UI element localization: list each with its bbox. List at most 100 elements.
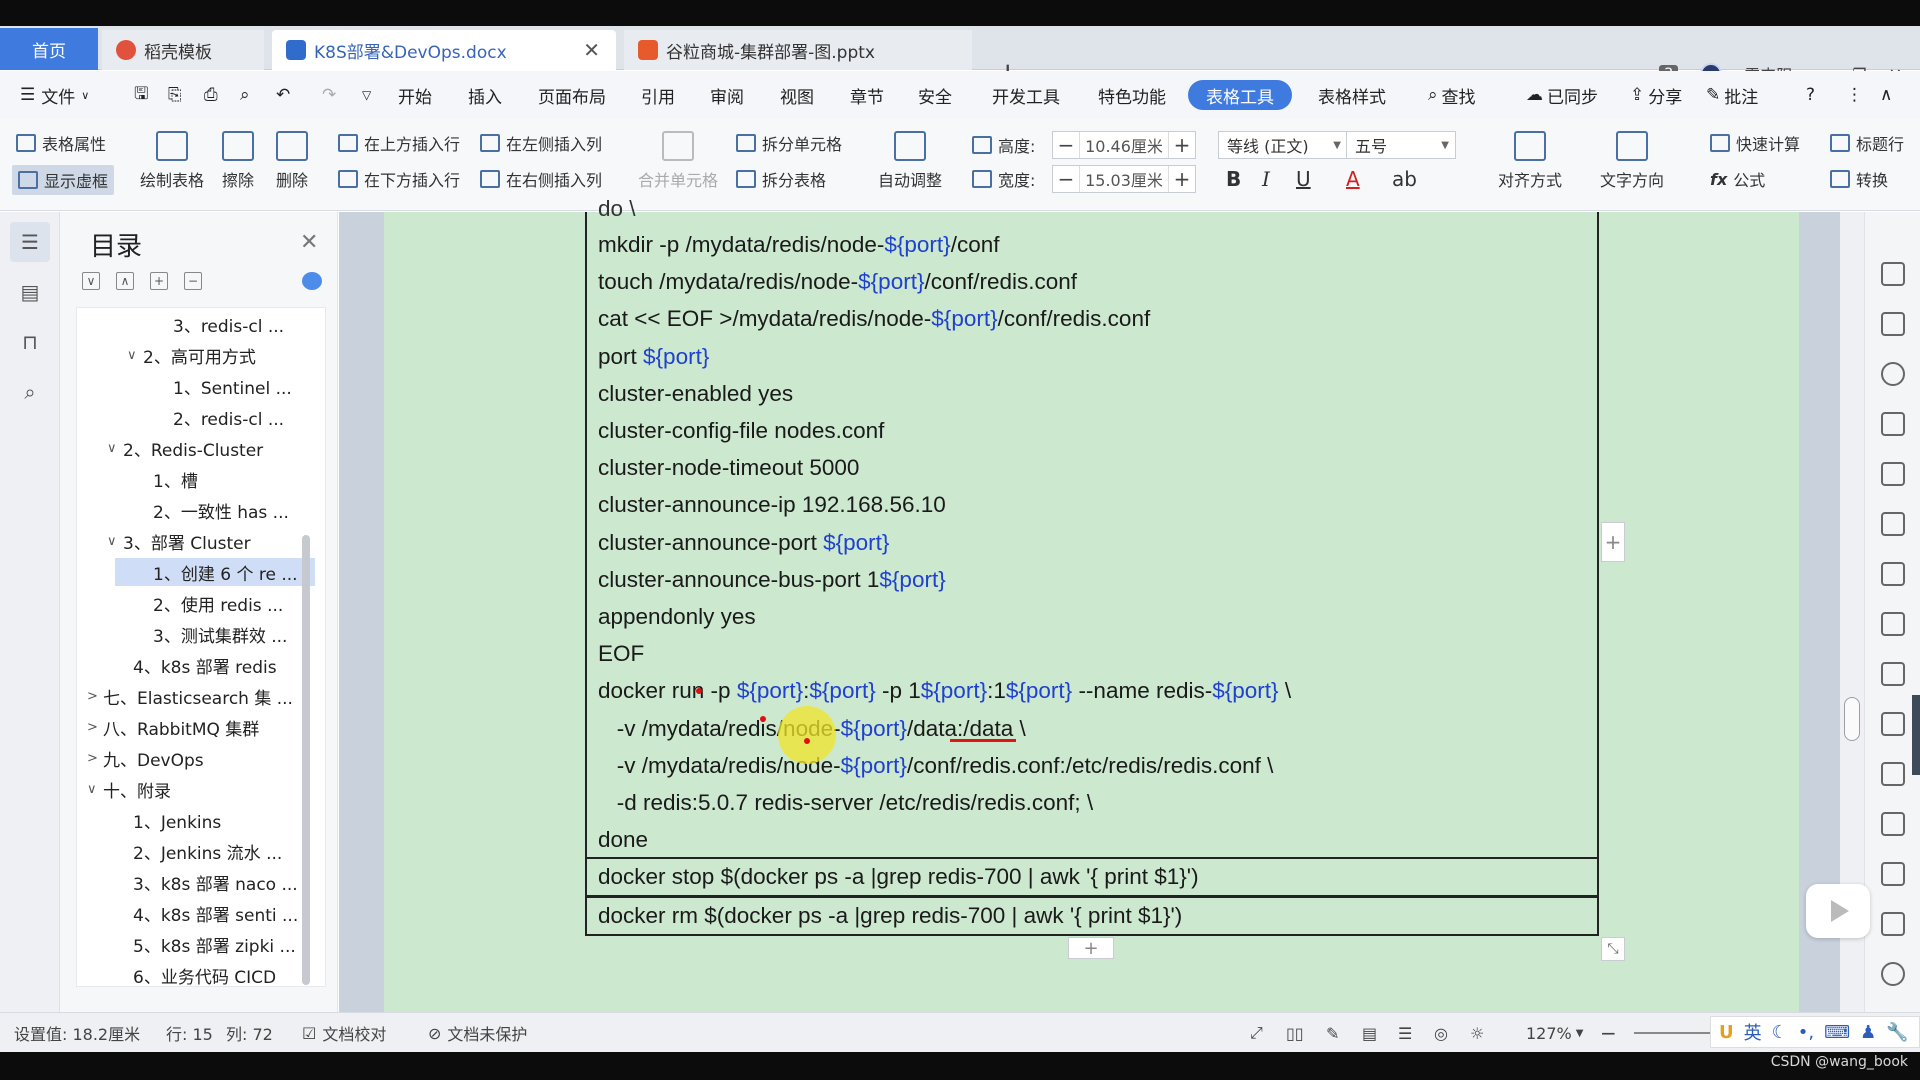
menu-references[interactable]: 引用 [641, 71, 675, 119]
menu-review[interactable]: 审阅 [710, 71, 744, 119]
sync-status[interactable]: ☁ 已同步 [1526, 71, 1598, 119]
chevron-right-icon[interactable]: > [87, 689, 103, 704]
zoom-level[interactable]: 127% ▼ [1526, 1013, 1583, 1053]
print-icon[interactable]: ⎙ [204, 71, 218, 119]
delete-button[interactable]: 删除 [276, 131, 308, 191]
backup-icon[interactable] [1881, 962, 1905, 986]
align-button[interactable]: 对齐方式 [1498, 131, 1562, 191]
add-heading-icon[interactable]: + [150, 272, 168, 290]
width-stepper[interactable]: − 15.03厘米 + [1052, 165, 1196, 193]
insert-col-left-button[interactable]: 在左侧插入列 [480, 131, 602, 155]
cursor-select-icon[interactable] [1881, 312, 1905, 336]
split-table-button[interactable]: 拆分表格 [736, 167, 826, 191]
archive-icon[interactable] [1881, 862, 1905, 886]
outline-view-icon[interactable]: ☰ [1398, 1013, 1412, 1053]
toc-item[interactable]: > 九、DevOps [87, 744, 204, 772]
close-icon[interactable]: ✕ [583, 38, 600, 62]
chevron-down-icon[interactable]: ∨ [107, 534, 123, 549]
translate-icon[interactable] [1881, 812, 1905, 836]
bold-button[interactable]: B [1226, 167, 1241, 191]
tab-docer-templates[interactable]: 稻壳模板 [102, 30, 264, 70]
save-icon[interactable]: 🖫 [134, 71, 148, 119]
chevron-down-icon[interactable]: ∨ [127, 348, 143, 363]
collapse-ribbon-icon[interactable]: ∧ [1880, 71, 1892, 119]
insert-col-right-button[interactable]: 在右侧插入列 [480, 167, 602, 191]
toc-item[interactable]: 3、redis-cl ... [157, 310, 284, 338]
settings-sliders-icon[interactable] [1881, 662, 1905, 686]
chevron-right-icon[interactable]: > [87, 720, 103, 735]
toc-list-icon[interactable]: ☰ [10, 222, 50, 262]
location-icon[interactable] [1881, 362, 1905, 386]
autofit-button[interactable]: 自动调整 [878, 131, 942, 191]
menu-sections[interactable]: 章节 [850, 71, 884, 119]
toc-item[interactable]: ∨ 2、高可用方式 [127, 341, 256, 369]
title-row-button[interactable]: 标题行 [1830, 131, 1904, 155]
shapes-icon[interactable] [1881, 412, 1905, 436]
toc-item[interactable]: 6、业务代码 CICD [117, 961, 276, 989]
zoom-out-icon[interactable]: − [1600, 1013, 1617, 1053]
bookmark-icon[interactable]: ⊓ [10, 322, 50, 362]
menu-view[interactable]: 视图 [780, 71, 814, 119]
table-resize-handle[interactable]: ⤡ [1601, 937, 1625, 961]
menu-table-style[interactable]: 表格样式 [1318, 71, 1386, 119]
insert-row-below-button[interactable]: 在下方插入行 [338, 167, 460, 191]
toc-item[interactable]: ∨ 2、Redis-Cluster [107, 434, 263, 462]
highlight-icon[interactable]: ab [1392, 167, 1417, 191]
print-preview-icon[interactable]: ⌕ [240, 71, 250, 119]
search-button[interactable]: ⌕ 查找 [1428, 71, 1476, 119]
close-icon[interactable]: ✕ [300, 230, 318, 255]
user-icon[interactable]: ♟ [1860, 1022, 1876, 1043]
toc-item[interactable]: 1、Jenkins [117, 806, 221, 834]
annotate-button[interactable]: ✎ 批注 [1706, 71, 1758, 119]
toc-item[interactable]: 3、k8s 部署 naco ... [117, 868, 298, 896]
toc-item[interactable]: 4、k8s 部署 redis [117, 651, 277, 679]
keyboard-icon[interactable]: ⌨ [1824, 1022, 1850, 1043]
picture-icon[interactable] [1881, 912, 1905, 936]
toc-item[interactable]: 4、k8s 部署 senti ... [117, 899, 298, 927]
write-mode-icon[interactable]: ✎ [1326, 1013, 1339, 1053]
add-column-button[interactable]: + [1601, 522, 1625, 562]
convert-button[interactable]: 转换 [1830, 167, 1888, 191]
read-mode-icon[interactable]: ▯▯ [1286, 1013, 1304, 1053]
width-value[interactable]: 15.03厘米 [1079, 166, 1169, 192]
menu-security[interactable]: 安全 [918, 71, 952, 119]
toc-item[interactable]: ∨ 十、附录 [87, 775, 171, 803]
right-edge-handle[interactable] [1912, 695, 1920, 775]
italic-button[interactable]: I [1262, 167, 1270, 191]
toc-sync-icon[interactable] [302, 272, 322, 290]
table-properties-button[interactable]: 表格属性 [16, 131, 106, 155]
toc-item[interactable]: ∨ 3、部署 Cluster [107, 527, 251, 555]
tab-ppt[interactable]: 谷粒商城-集群部署-图.pptx [624, 30, 972, 70]
format-painter-icon[interactable]: ⎘ [168, 71, 182, 119]
add-row-button[interactable]: + [1068, 937, 1114, 959]
toc-item[interactable]: 2、Jenkins 流水 ... [117, 837, 282, 865]
remove-heading-icon[interactable]: − [184, 272, 202, 290]
plus-icon[interactable]: + [1169, 166, 1195, 192]
ime-language[interactable]: 英 [1744, 1019, 1762, 1045]
pen-icon[interactable] [1881, 262, 1905, 286]
proofread-button[interactable]: ☑ 文档校对 [302, 1013, 386, 1053]
font-name-select[interactable]: 等线 (正文) ▼ [1218, 131, 1348, 159]
export-icon[interactable] [1881, 762, 1905, 786]
chevron-right-icon[interactable]: > [87, 751, 103, 766]
collapse-all-icon[interactable]: ∧ [116, 272, 134, 290]
text-direction-button[interactable]: 文字方向 [1600, 131, 1664, 191]
page-view-icon[interactable]: ▤ [1362, 1013, 1377, 1053]
eye-protect-icon[interactable]: ☼ [1470, 1013, 1484, 1053]
toc-item[interactable]: 2、redis-cl ... [157, 403, 284, 431]
menu-start[interactable]: 开始 [398, 71, 432, 119]
protection-status[interactable]: ⊘ 文档未保护 [428, 1013, 527, 1053]
toc-item[interactable]: 1、Sentinel ... [157, 372, 292, 400]
file-menu[interactable]: ☰ 文件 ∨ [20, 71, 89, 119]
tab-home[interactable]: 首页 [0, 28, 98, 70]
toc-item[interactable]: > 七、Elasticsearch 集 ... [87, 682, 293, 710]
apps-grid-icon[interactable] [1881, 562, 1905, 586]
chevron-down-icon[interactable]: ∨ [107, 441, 123, 456]
share-button[interactable]: ⇪ 分享 [1630, 71, 1682, 119]
split-cells-button[interactable]: 拆分单元格 [736, 131, 842, 155]
wrench-icon[interactable]: 🔧 [1886, 1022, 1908, 1043]
toc-item[interactable]: 1、创建 6 个 re ... [115, 558, 315, 586]
minus-icon[interactable]: − [1053, 166, 1079, 192]
font-size-select[interactable]: 五号 ▼ [1346, 131, 1456, 159]
chart-icon[interactable] [1881, 612, 1905, 636]
